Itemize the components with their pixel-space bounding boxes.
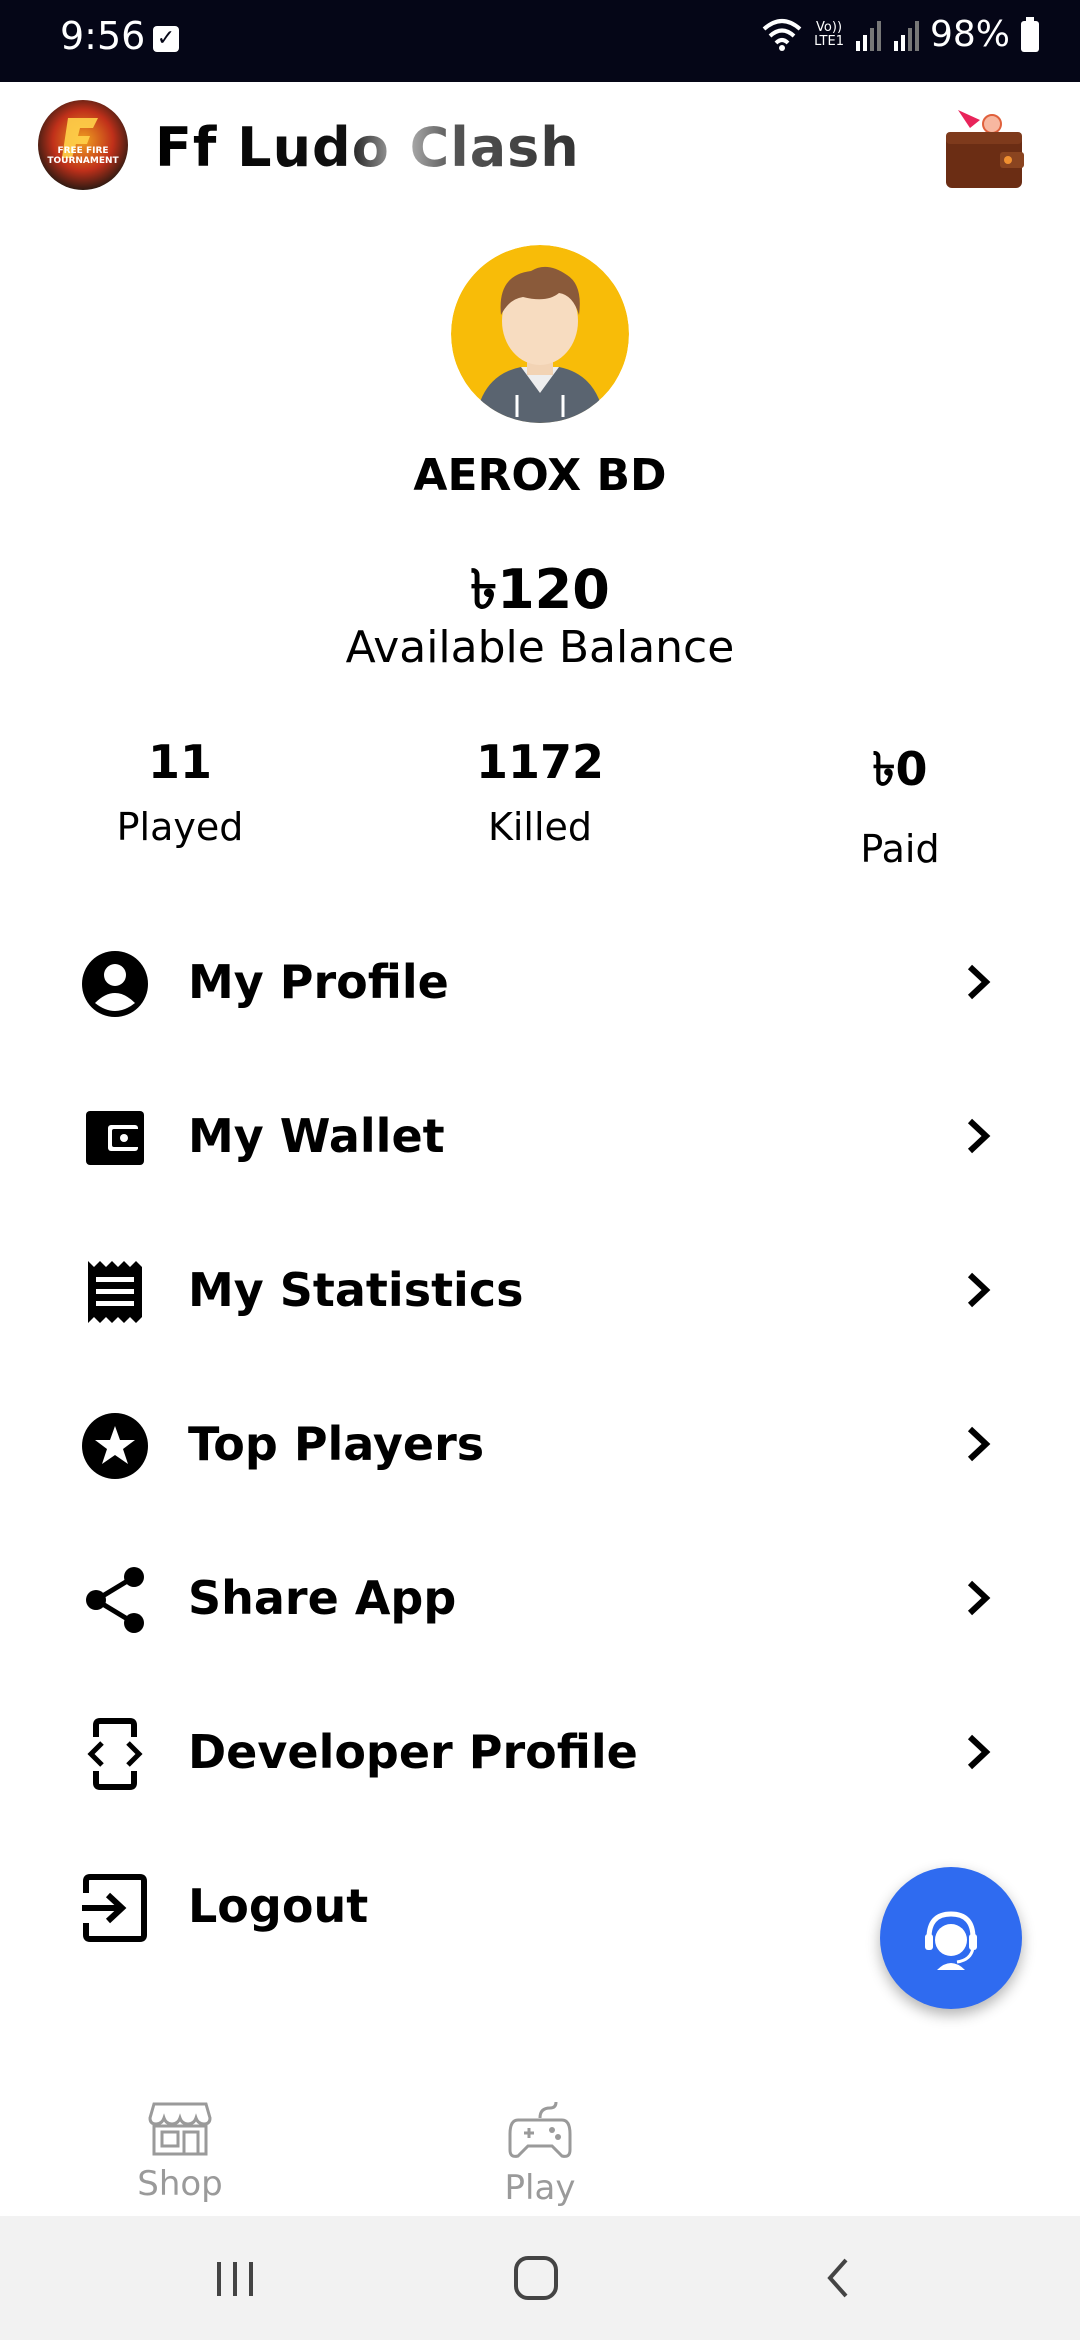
stat-played: 11 Played xyxy=(30,735,330,849)
logo-emblem-icon xyxy=(62,118,98,158)
menu-item-top-players[interactable]: Top Players xyxy=(0,1367,1080,1521)
stat-value: 1172 xyxy=(475,735,605,789)
store-icon xyxy=(148,2102,212,2156)
chevron-right-icon xyxy=(967,1580,991,1616)
menu-item-developer-profile[interactable]: Developer Profile xyxy=(0,1675,1080,1829)
user-name: AEROX BD xyxy=(413,450,667,501)
star-circle-icon xyxy=(82,1413,148,1479)
menu-label: Logout xyxy=(188,1879,369,1933)
share-icon xyxy=(86,1567,144,1633)
volte-indicator: Vo)) LTE1 xyxy=(814,19,844,49)
wallet-icon xyxy=(86,1111,144,1165)
stat-value: 11 xyxy=(147,735,212,789)
recent-apps-icon xyxy=(217,2262,253,2296)
wifi-icon xyxy=(762,18,802,51)
menu-label: My Statistics xyxy=(188,1263,524,1317)
menu-item-share-app[interactable]: Share App xyxy=(0,1521,1080,1675)
notification-check-icon: ✓ xyxy=(153,26,179,52)
menu-item-my-statistics[interactable]: My Statistics xyxy=(0,1213,1080,1367)
back-icon xyxy=(827,2258,848,2298)
stat-label: Played xyxy=(116,805,244,849)
nav-item-shop[interactable]: Shop xyxy=(90,2100,270,2204)
app-logo: FREE FIRE TOURNAMENT xyxy=(38,100,128,190)
signal-icon-2 xyxy=(893,20,919,51)
logo-text: FREE FIRE TOURNAMENT xyxy=(47,146,119,166)
home-icon xyxy=(514,2256,558,2300)
lte-label: LTE1 xyxy=(814,33,844,49)
menu-label: Top Players xyxy=(188,1417,485,1471)
wallet-button[interactable] xyxy=(940,104,1030,194)
nav-label: Play xyxy=(504,2168,576,2208)
support-fab[interactable] xyxy=(880,1867,1022,2009)
nav-item-play[interactable]: Play xyxy=(450,2100,630,2208)
signal-icon xyxy=(855,20,881,51)
stat-paid: ৳0 Paid xyxy=(750,735,1050,871)
status-time: 9:56 xyxy=(60,14,146,58)
recent-apps-button[interactable] xyxy=(195,2248,275,2308)
wallet-icon xyxy=(946,110,1024,188)
support-agent-icon xyxy=(925,1911,977,1970)
menu-label: My Wallet xyxy=(188,1109,445,1163)
bottom-navigation: Shop Play xyxy=(0,2080,1080,2216)
stat-killed: 1172 Killed xyxy=(390,735,690,849)
back-button[interactable] xyxy=(800,2248,880,2308)
stat-value: ৳0 xyxy=(872,742,928,796)
receipt-icon xyxy=(88,1261,142,1323)
chevron-right-icon xyxy=(967,964,991,1000)
nav-label: Shop xyxy=(137,2164,223,2204)
home-button[interactable] xyxy=(496,2248,576,2308)
system-navigation-bar xyxy=(0,2216,1080,2340)
balance-label: Available Balance xyxy=(345,622,735,673)
avatar-illustration xyxy=(451,245,629,423)
battery-icon xyxy=(1021,16,1039,52)
user-avatar xyxy=(451,245,629,423)
battery-percent: 98% xyxy=(929,14,1010,55)
menu-label: Share App xyxy=(188,1571,457,1625)
gamepad-icon xyxy=(508,2101,572,2158)
chevron-right-icon xyxy=(967,1734,991,1770)
chevron-right-icon xyxy=(967,1426,991,1462)
chevron-right-icon xyxy=(967,1118,991,1154)
app-title: Ff Ludo Clash xyxy=(155,116,580,179)
menu-item-my-profile[interactable]: My Profile xyxy=(0,905,1080,1059)
stat-label: Killed xyxy=(487,805,593,849)
menu-label: My Profile xyxy=(188,955,449,1009)
volte-label: Vo)) xyxy=(816,19,843,35)
account-circle-icon xyxy=(82,951,148,1017)
chevron-right-icon xyxy=(967,1272,991,1308)
stat-label: Paid xyxy=(860,827,940,871)
logout-icon xyxy=(82,1874,147,1942)
menu-label: Developer Profile xyxy=(188,1725,638,1779)
app-bar: FREE FIRE TOURNAMENT Ff Ludo Clash xyxy=(0,82,1080,212)
menu-item-my-wallet[interactable]: My Wallet xyxy=(0,1059,1080,1213)
status-bar: 9:56 ✓ Vo)) LTE1 98% xyxy=(0,0,1080,82)
developer-mode-icon xyxy=(87,1718,143,1790)
